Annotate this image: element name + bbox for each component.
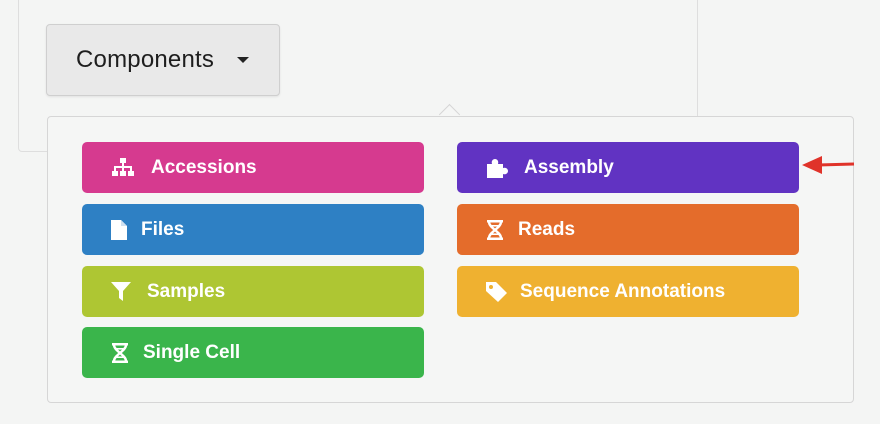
- menu-item-label: Accessions: [151, 156, 257, 178]
- menu-item-accessions[interactable]: Accessions: [82, 142, 424, 193]
- components-dropdown-toggle[interactable]: Components: [46, 24, 280, 96]
- file-icon: [111, 219, 137, 241]
- annotation-arrow-icon: [802, 156, 855, 174]
- caret-down-icon: [237, 57, 250, 63]
- menu-item-assembly[interactable]: Assembly: [457, 142, 799, 193]
- menu-item-label: Samples: [147, 280, 226, 302]
- dna-icon: [111, 342, 137, 364]
- menu-item-files[interactable]: Files: [82, 204, 424, 255]
- sitemap-icon: [111, 157, 137, 179]
- menu-item-label: Files: [141, 218, 185, 240]
- menu-item-reads[interactable]: Reads: [457, 204, 799, 255]
- menu-item-sequence-annotations[interactable]: Sequence Annotations: [457, 266, 799, 317]
- dna-icon: [486, 219, 512, 241]
- filter-icon: [111, 281, 137, 303]
- menu-item-label: Reads: [518, 218, 576, 240]
- menu-item-label: Sequence Annotations: [520, 280, 726, 302]
- dropdown-label: Components: [76, 46, 215, 73]
- menu-item-label: Assembly: [524, 156, 614, 178]
- puzzle-piece-icon: [486, 157, 512, 179]
- menu-item-label: Single Cell: [143, 341, 241, 363]
- tag-icon: [486, 281, 512, 303]
- menu-item-single-cell[interactable]: Single Cell: [82, 327, 424, 378]
- menu-item-samples[interactable]: Samples: [82, 266, 424, 317]
